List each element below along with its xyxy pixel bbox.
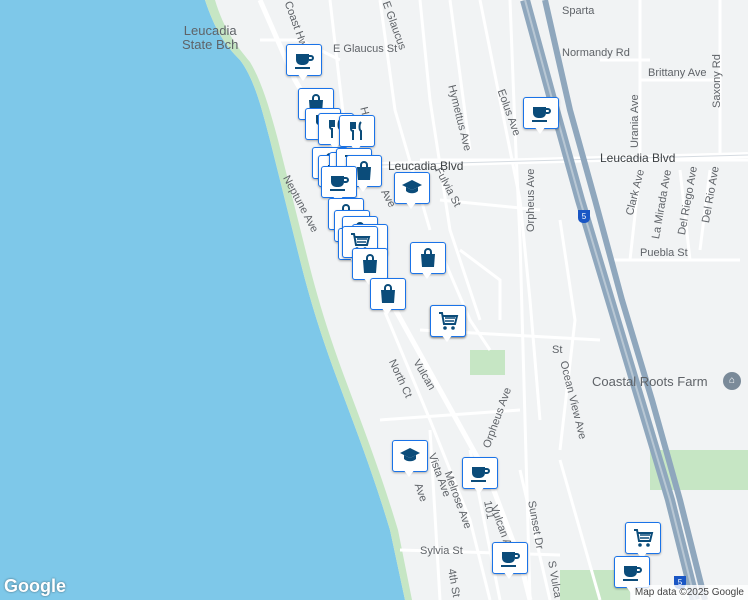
leucadia-blvd-east-label: Leucadia Blvd [600,151,676,165]
google-logo[interactable]: Google [4,576,66,597]
cafe-marker[interactable] [492,542,528,582]
shopping-cart-icon [634,529,654,547]
school-marker[interactable] [394,172,430,212]
urania-ave-label: Urania Ave [629,94,641,148]
leucadia-blvd-west-label: Leucadia Blvd [388,159,464,173]
leucadia-state-beach-label: Leucadia State Bch [182,23,239,52]
st-label: St [552,344,563,356]
route-101-label: 101 [481,499,497,520]
cafe-icon [471,467,490,482]
cafe-marker[interactable] [286,44,322,84]
shopping-bag-icon [421,248,435,267]
map-attribution[interactable]: Map data ©2025 Google [630,585,748,600]
normandy-rd-label: Normandy Rd [562,47,630,59]
e-glaucus-st-label: E Glaucus St [333,43,398,55]
sylvia-st-label: Sylvia St [420,545,463,557]
shopping-cart-icon [439,312,459,330]
shopping-bag-marker[interactable] [370,278,406,318]
shopping-bag-marker[interactable] [410,242,446,282]
shopping-bag-icon [381,284,395,303]
i5-shield-1: 5 [578,210,590,223]
cafe-marker[interactable] [462,457,498,497]
orpheus-ave-label: Orpheus Ave [525,168,537,232]
puebla-st-label: Puebla St [640,247,688,259]
coastal-roots-farm-label: Coastal Roots Farm [592,374,708,389]
school-icon [402,180,422,194]
cafe-icon [501,552,520,567]
cafe-marker[interactable] [523,97,559,137]
restaurant-icon [350,121,362,140]
shopping-bag-icon [363,254,377,273]
cafe-icon [295,54,314,69]
cafe-icon [623,566,642,581]
school-icon [400,448,420,462]
brittany-ave-label: Brittany Ave [648,67,707,79]
shopping-cart-marker[interactable] [430,305,466,345]
farm-icon[interactable]: ⌂ [723,372,741,390]
saxony-rd-label: Saxony Rd [711,54,723,108]
school-marker[interactable] [392,440,428,480]
cafe-icon [532,107,551,122]
sparta-label: Sparta [562,5,595,17]
cafe-icon [330,176,349,191]
